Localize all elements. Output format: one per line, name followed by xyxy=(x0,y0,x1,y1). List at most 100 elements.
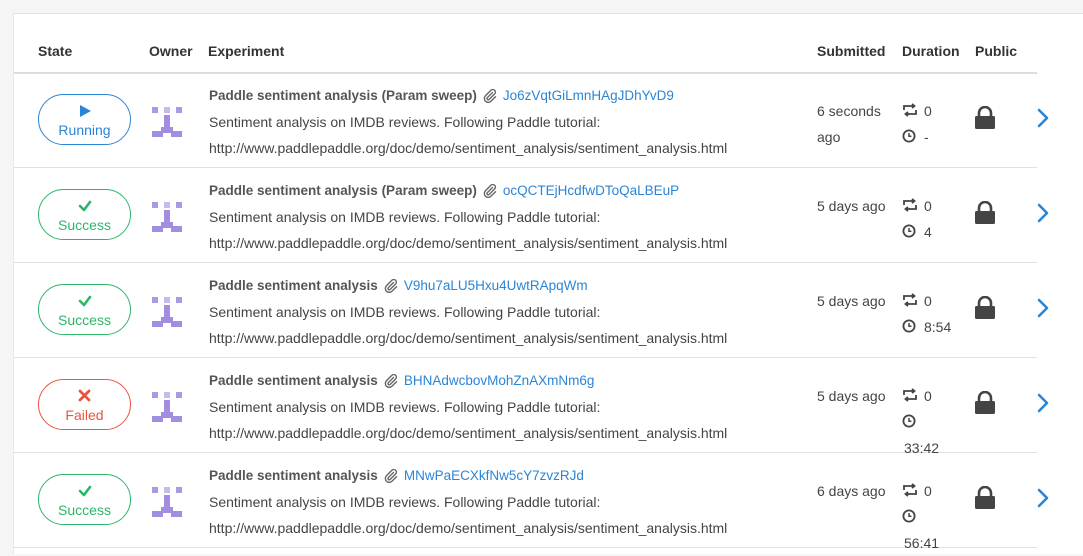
owner-avatar-icon[interactable] xyxy=(152,202,182,232)
status-label: Success xyxy=(58,217,111,233)
experiment-title[interactable]: Paddle sentiment analysis (Param sweep) xyxy=(209,88,477,103)
header-submitted: Submitted xyxy=(817,43,886,59)
duration-value: 4 xyxy=(924,224,932,240)
paperclip-icon xyxy=(477,88,503,104)
retry-count: 0 xyxy=(924,198,932,214)
retry-count: 0 xyxy=(924,388,932,404)
clock-icon xyxy=(902,220,918,246)
table-row[interactable]: Success Paddle sentiment analysis (Param… xyxy=(14,168,1049,263)
owner-avatar-icon[interactable] xyxy=(152,297,182,327)
table-header: State Owner Experiment Submitted Duratio… xyxy=(14,14,1037,74)
experiment-url: http://www.paddlepaddle.org/doc/demo/sen… xyxy=(209,235,728,251)
experiment-id-link[interactable]: V9hu7aLU5Hxu4UwtRApqWm xyxy=(404,278,588,293)
experiments-panel: State Owner Experiment Submitted Duratio… xyxy=(13,13,1083,554)
experiment-description: Sentiment analysis on IMDB reviews. Foll… xyxy=(209,494,601,510)
chevron-right-icon[interactable] xyxy=(1036,392,1050,414)
submitted-time: 5 days ago xyxy=(817,198,886,214)
retry-count: 0 xyxy=(924,483,932,499)
check-icon xyxy=(39,199,130,215)
duration-value: 8:54 xyxy=(924,319,952,335)
status-badge: Success xyxy=(38,474,131,525)
header-owner: Owner xyxy=(149,43,193,59)
experiment-title[interactable]: Paddle sentiment analysis xyxy=(209,278,378,293)
duration-value: 56:41 xyxy=(904,535,940,551)
experiment-title[interactable]: Paddle sentiment analysis xyxy=(209,373,378,388)
paperclip-icon xyxy=(378,468,404,484)
lock-icon xyxy=(974,390,996,415)
owner-avatar-icon[interactable] xyxy=(152,107,182,137)
table-row[interactable]: Running Paddle sentiment analysis (Param… xyxy=(14,73,1049,168)
submitted-time: 5 days ago xyxy=(817,388,886,404)
experiment-id-link[interactable]: BHNAdwcbovMohZnAXmNm6g xyxy=(404,373,595,388)
retry-icon xyxy=(902,289,918,315)
experiment-description: Sentiment analysis on IMDB reviews. Foll… xyxy=(209,399,601,415)
status-badge: Running xyxy=(38,94,131,145)
duration-cell: 0 - xyxy=(902,98,972,150)
header-duration: Duration xyxy=(902,43,960,59)
experiment-title[interactable]: Paddle sentiment analysis xyxy=(209,468,378,483)
owner-avatar-icon[interactable] xyxy=(152,487,182,517)
table-row[interactable]: Failed Paddle sentiment analysis BHNAdwcb… xyxy=(14,358,1049,456)
chevron-right-icon[interactable] xyxy=(1036,107,1050,129)
duration-cell: 0 4 xyxy=(902,193,972,245)
header-public: Public xyxy=(975,43,1018,59)
duration-cell: 0 8:54 xyxy=(902,288,972,340)
submitted-time: 6 seconds ago xyxy=(817,103,881,145)
paperclip-icon xyxy=(477,183,503,199)
lock-icon xyxy=(974,105,996,130)
experiment-description: Sentiment analysis on IMDB reviews. Foll… xyxy=(209,114,601,130)
table-row[interactable]: Success Paddle sentiment analysis V9hu7aL… xyxy=(14,263,1049,358)
experiment-title-line: Paddle sentiment analysis (Param sweep) J… xyxy=(209,88,674,104)
paperclip-icon xyxy=(378,278,404,294)
experiment-description: Sentiment analysis on IMDB reviews. Foll… xyxy=(209,304,601,320)
play-icon xyxy=(39,104,130,120)
clock-icon xyxy=(902,505,918,531)
experiment-url: http://www.paddlepaddle.org/doc/demo/sen… xyxy=(209,140,728,156)
status-badge: Success xyxy=(38,189,131,240)
retry-icon xyxy=(902,384,918,410)
check-icon xyxy=(39,294,130,310)
retry-count: 0 xyxy=(924,103,932,119)
experiment-id-link[interactable]: ocQCTEjHcdfwDToQaLBEuP xyxy=(503,183,679,198)
experiment-title[interactable]: Paddle sentiment analysis (Param sweep) xyxy=(209,183,477,198)
clock-icon xyxy=(902,410,918,436)
chevron-right-icon[interactable] xyxy=(1036,487,1050,509)
experiment-url: http://www.paddlepaddle.org/doc/demo/sen… xyxy=(209,330,728,346)
status-label: Success xyxy=(58,312,111,328)
lock-icon xyxy=(974,295,996,320)
status-label: Running xyxy=(58,122,111,138)
table-row[interactable]: Success Paddle sentiment analysis MNwPaEC… xyxy=(14,453,1049,551)
retry-count: 0 xyxy=(924,293,932,309)
header-state: State xyxy=(38,43,73,59)
chevron-right-icon[interactable] xyxy=(1036,202,1050,224)
retry-icon xyxy=(902,194,918,220)
lock-icon xyxy=(974,485,996,510)
experiment-title-line: Paddle sentiment analysis (Param sweep) o… xyxy=(209,183,679,199)
status-badge: Success xyxy=(38,284,131,335)
retry-icon xyxy=(902,99,918,125)
submitted-time: 5 days ago xyxy=(817,293,886,309)
status-label: Success xyxy=(58,502,111,518)
check-icon xyxy=(39,484,130,500)
chevron-right-icon[interactable] xyxy=(1036,297,1050,319)
experiment-url: http://www.paddlepaddle.org/doc/demo/sen… xyxy=(209,520,728,536)
lock-icon xyxy=(974,200,996,225)
experiment-description: Sentiment analysis on IMDB reviews. Foll… xyxy=(209,209,601,225)
duration-cell: 0 33:42 xyxy=(902,383,972,461)
experiment-id-link[interactable]: Jo6zVqtGiLmnHAgJDhYvD9 xyxy=(503,88,674,103)
clock-icon xyxy=(902,125,918,151)
duration-value: - xyxy=(924,129,929,145)
experiment-id-link[interactable]: MNwPaECXkfNw5cY7zvzRJd xyxy=(404,468,584,483)
owner-avatar-icon[interactable] xyxy=(152,392,182,422)
experiment-title-line: Paddle sentiment analysis BHNAdwcbovMohZn… xyxy=(209,373,595,389)
clock-icon xyxy=(902,315,918,341)
experiment-url: http://www.paddlepaddle.org/doc/demo/sen… xyxy=(209,425,728,441)
paperclip-icon xyxy=(378,373,404,389)
x-icon xyxy=(39,389,130,405)
status-label: Failed xyxy=(65,407,104,423)
experiment-title-line: Paddle sentiment analysis V9hu7aLU5Hxu4Uw… xyxy=(209,278,588,294)
submitted-time: 6 days ago xyxy=(817,483,886,499)
duration-cell: 0 56:41 xyxy=(902,478,972,556)
header-experiment: Experiment xyxy=(208,43,285,59)
experiment-title-line: Paddle sentiment analysis MNwPaECXkfNw5cY… xyxy=(209,468,584,484)
